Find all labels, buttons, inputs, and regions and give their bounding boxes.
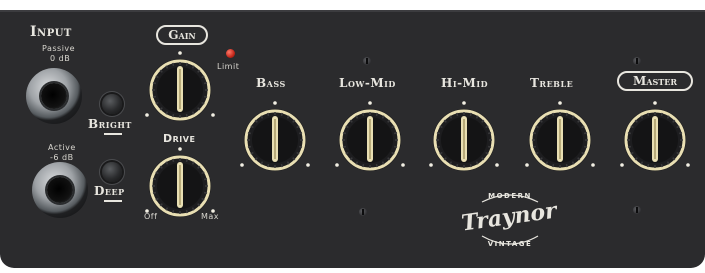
scale-dot: [368, 101, 372, 105]
scale-dot: [591, 163, 595, 167]
scale-dot: [401, 163, 405, 167]
scale-dot: [495, 163, 499, 167]
logo-modern-text: MODERN: [488, 192, 532, 200]
scale-dot: [335, 163, 339, 167]
scale-dot: [145, 113, 149, 117]
scale-dot: [273, 101, 277, 105]
hi-mid-knob[interactable]: [429, 101, 499, 171]
scale-dot: [620, 163, 624, 167]
treble-knob[interactable]: [525, 101, 595, 171]
scale-dot: [211, 113, 215, 117]
scale-dot: [178, 51, 182, 55]
scale-dot: [525, 163, 529, 167]
gain-knob[interactable]: [145, 51, 215, 121]
scale-dot: [429, 163, 433, 167]
scale-dot: [653, 101, 657, 105]
knob-layer: [145, 51, 690, 217]
scale-dot: [240, 163, 244, 167]
bass-knob[interactable]: [240, 101, 310, 171]
amp-control-panel: Input Passive 0 dB Bright Active -6 dB D…: [0, 0, 705, 273]
scale-dot: [211, 209, 215, 213]
scale-dot: [145, 209, 149, 213]
scale-dot: [558, 101, 562, 105]
scale-dot: [306, 163, 310, 167]
master-knob[interactable]: [620, 101, 690, 171]
low-mid-knob[interactable]: [335, 101, 405, 171]
drive-knob[interactable]: [145, 147, 215, 217]
scale-dot: [178, 147, 182, 151]
scale-dot: [686, 163, 690, 167]
logo-brand-text: Traynor: [460, 197, 560, 236]
traynor-logo: MODERN Traynor VINTAGE: [460, 192, 560, 248]
scale-dot: [462, 101, 466, 105]
